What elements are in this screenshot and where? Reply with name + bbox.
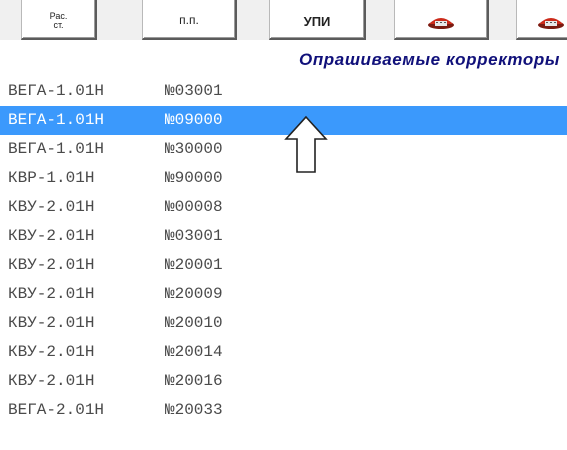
list-item[interactable]: КВУ-2.01Н №20010 — [0, 309, 567, 338]
list-item-model: ВЕГА-1.01Н — [8, 111, 105, 129]
list-item-model: ВЕГА-2.01Н — [8, 401, 105, 419]
list-item-serial: №30000 — [165, 140, 223, 158]
toolbar-button-pp[interactable]: п.п. — [142, 0, 237, 40]
list-item-serial: №20033 — [165, 401, 223, 419]
list-title: Опрашиваемые корректоры — [299, 50, 560, 69]
phone-icon — [537, 18, 564, 29]
toolbar-button-phone-1[interactable] — [394, 0, 489, 40]
list-item[interactable]: КВУ-2.01Н №20001 — [0, 251, 567, 280]
list-item-model: КВУ-2.01Н — [8, 343, 95, 361]
list-item[interactable]: ВЕГА-2.01Н №20033 — [0, 396, 567, 425]
phone-icon — [428, 18, 454, 29]
list-item-model: КВР-1.01Н — [8, 169, 95, 187]
list-item-serial: №20010 — [165, 314, 223, 332]
list-item-serial: №00008 — [165, 198, 223, 216]
list-item[interactable]: КВУ-2.01Н №20014 — [0, 338, 567, 367]
toolbar-button-upi[interactable]: УПИ — [269, 0, 366, 40]
list-item-model: КВУ-2.01Н — [8, 198, 95, 216]
toolbar-button-upi-label: УПИ — [303, 13, 331, 29]
list-item-model: ВЕГА-1.01Н — [8, 82, 105, 100]
up-arrow-cursor-icon — [284, 115, 328, 173]
list-item-serial: №20014 — [165, 343, 223, 361]
toolbar: Рас. ст. п.п. УПИ — [0, 0, 567, 40]
toolbar-button-ras-st-label: Рас. ст. — [49, 11, 68, 30]
list-item[interactable]: КВУ-2.01Н №03001 — [0, 222, 567, 251]
toolbar-button-pp-label: п.п. — [179, 13, 199, 27]
list-item[interactable]: КВУ-2.01Н №20009 — [0, 280, 567, 309]
list-item[interactable]: КВУ-2.01Н №00008 — [0, 193, 567, 222]
list-item-serial: №03001 — [165, 82, 223, 100]
list-item-model: КВУ-2.01Н — [8, 372, 95, 390]
list-item-model: КВУ-2.01Н — [8, 256, 95, 274]
list-item[interactable]: КВУ-2.01Н №20016 — [0, 367, 567, 396]
toolbar-button-phone-2[interactable] — [516, 0, 567, 40]
list-item-serial: №20016 — [165, 372, 223, 390]
list-item-serial: №20009 — [165, 285, 223, 303]
list-item-model: КВУ-2.01Н — [8, 285, 95, 303]
list-item-serial: №20001 — [165, 256, 223, 274]
list-item-model: КВУ-2.01Н — [8, 227, 95, 245]
list-item-model: КВУ-2.01Н — [8, 314, 95, 332]
list-item-serial: №09000 — [165, 111, 223, 129]
list-item[interactable]: ВЕГА-1.01Н №03001 — [0, 77, 567, 106]
toolbar-button-ras-st[interactable]: Рас. ст. — [21, 0, 97, 40]
list-item-serial: №90000 — [165, 169, 223, 187]
list-item-model: ВЕГА-1.01Н — [8, 140, 105, 158]
list-item-serial: №03001 — [165, 227, 223, 245]
